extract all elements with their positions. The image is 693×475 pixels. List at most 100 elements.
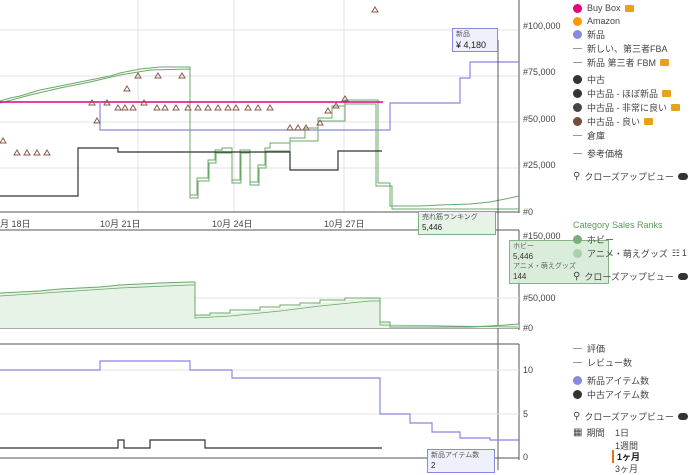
calendar-icon: ▦	[573, 426, 583, 438]
cart-icon	[660, 58, 669, 66]
legend-item-new-fbm[interactable]: 新品 第三者 FBM	[573, 56, 669, 68]
used-count-line	[0, 439, 382, 449]
legend-label: 新品 第三者 FBM	[587, 57, 656, 68]
legend-item-buybox[interactable]: Buy Box	[573, 2, 634, 14]
price-y-tick: #75,000	[523, 67, 556, 77]
legend-dot	[573, 102, 582, 112]
legend-label: 参考価格	[587, 148, 624, 159]
legend-dot	[573, 375, 582, 385]
legend-item-used-like-new[interactable]: 中古品 - ほぼ新品	[573, 87, 671, 99]
toggle-switch[interactable]	[677, 272, 688, 280]
hierarchy-icon: ☷	[671, 247, 680, 258]
tooltip-value: 5,446	[422, 223, 443, 232]
legend-item-new-fba[interactable]: 新しい、第三者FBA	[573, 42, 668, 54]
count-y-tick: 0	[523, 452, 529, 462]
rank-area	[0, 282, 519, 328]
date-x-tick: 月 18日	[0, 219, 31, 229]
offer-markers	[0, 6, 379, 156]
cart-icon	[671, 103, 680, 111]
legend-dot	[573, 116, 582, 126]
search-icon: ⚲	[573, 410, 581, 422]
legend-dash	[573, 47, 582, 49]
toggle-switch[interactable]	[677, 412, 688, 420]
legend-item-rating[interactable]: 評価	[573, 342, 605, 354]
legend-label: レビュー数	[587, 357, 633, 368]
legend-label: Buy Box	[587, 3, 621, 13]
count-y-tick: 10	[523, 365, 534, 375]
legend-dot	[573, 389, 582, 399]
legend-label: 新品	[587, 29, 606, 40]
new-price-tooltip: 新品 ¥ 4,180	[452, 28, 498, 52]
closeup-toggle-price[interactable]: ⚲ クローズアップビュー	[573, 170, 688, 182]
legend-dot	[573, 3, 582, 13]
tooltip-label: 売れ筋ランキング	[422, 214, 478, 221]
legend-label: ホビー	[587, 234, 615, 245]
legend-dash	[573, 361, 582, 363]
rank-y-tick: #50,000	[523, 293, 556, 303]
tooltip-label: 新品アイテム数	[431, 452, 480, 459]
legend-item-used-good[interactable]: 中古品 - 良い	[573, 115, 653, 127]
legend-item-used-very-good[interactable]: 中古品 - 非常に良い	[573, 101, 680, 113]
legend-dash	[573, 61, 582, 63]
closeup-toggle-rank[interactable]: ⚲ クローズアップビュー	[573, 270, 688, 282]
legend-item-anime[interactable]: アニメ・萌えグッズ ☷ 1	[573, 247, 687, 259]
date-x-tick: 10月 24日	[212, 219, 253, 229]
legend-dot	[573, 16, 582, 26]
range-option-3m[interactable]: 3ヶ月	[615, 462, 638, 475]
legend-item-amazon[interactable]: Amazon	[573, 15, 620, 27]
closeup-label: クローズアップビュー	[584, 411, 674, 422]
tooltip-value: 2	[431, 461, 436, 470]
tooltip-label: 新品	[456, 31, 470, 38]
price-y-tick: #100,000	[523, 21, 561, 31]
legend-item-used[interactable]: 中古	[573, 73, 605, 85]
cart-icon	[644, 117, 653, 125]
toggle-switch[interactable]	[677, 172, 688, 180]
legend-label: 中古品 - ほぼ新品	[587, 88, 658, 99]
legend-label: 中古品 - 非常に良い	[587, 102, 667, 113]
legend-label: 倉庫	[587, 130, 606, 141]
closeup-toggle-count[interactable]: ⚲ クローズアップビュー	[573, 410, 688, 422]
count-y-tick: 5	[523, 409, 529, 419]
legend-dash	[573, 134, 582, 136]
legend-item-hobby[interactable]: ホビー	[573, 233, 614, 245]
legend-dot	[573, 74, 582, 84]
legend-label: 中古アイテム数	[587, 389, 650, 400]
legend-suffix: 1	[681, 248, 687, 258]
search-icon: ⚲	[573, 270, 581, 282]
price-y-tick: #25,000	[523, 160, 556, 170]
price-y-tick: #50,000	[523, 114, 556, 124]
closeup-label: クローズアップビュー	[584, 171, 674, 182]
legend-label: Amazon	[587, 16, 621, 26]
rank-y-tick: #0	[523, 323, 534, 333]
legend-item-used-count[interactable]: 中古アイテム数	[573, 388, 649, 400]
new-price-line	[99, 61, 519, 131]
new-count-line	[0, 360, 519, 441]
legend-dot	[573, 29, 582, 39]
legend-dot	[573, 234, 582, 244]
used-price-line	[0, 147, 382, 197]
cart-icon	[662, 89, 671, 97]
legend-item-new[interactable]: 新品	[573, 28, 605, 40]
legend-label: 中古品 - 良い	[587, 116, 640, 127]
legend-dash	[573, 347, 582, 349]
legend-item-warehouse[interactable]: 倉庫	[573, 129, 605, 141]
rank-legend-title: Category Sales Ranks	[573, 220, 663, 230]
closeup-label: クローズアップビュー	[584, 271, 674, 282]
count-tooltip: 新品アイテム数 2	[427, 449, 495, 473]
legend-label: 評価	[587, 343, 606, 354]
range-option-1d[interactable]: 1日	[615, 426, 629, 439]
rank-tooltip: 売れ筋ランキング 5,446	[418, 211, 496, 235]
legend-item-review-count[interactable]: レビュー数	[573, 356, 632, 368]
legend-item-list-price[interactable]: 参考価格	[573, 147, 623, 159]
date-x-tick: 10月 27日	[324, 219, 365, 229]
date-x-tick: 10月 21日	[100, 219, 141, 229]
legend-label: アニメ・萌えグッズ	[587, 248, 668, 259]
legend-label: 新しい、第三者FBA	[587, 43, 668, 54]
legend-item-new-count[interactable]: 新品アイテム数	[573, 374, 649, 386]
legend-dot	[573, 248, 582, 258]
cart-icon	[624, 4, 634, 12]
price-y-tick: #0	[523, 207, 534, 217]
legend-dot	[573, 88, 582, 98]
search-icon: ⚲	[573, 170, 581, 182]
tooltip-value: ¥ 4,180	[456, 40, 487, 50]
